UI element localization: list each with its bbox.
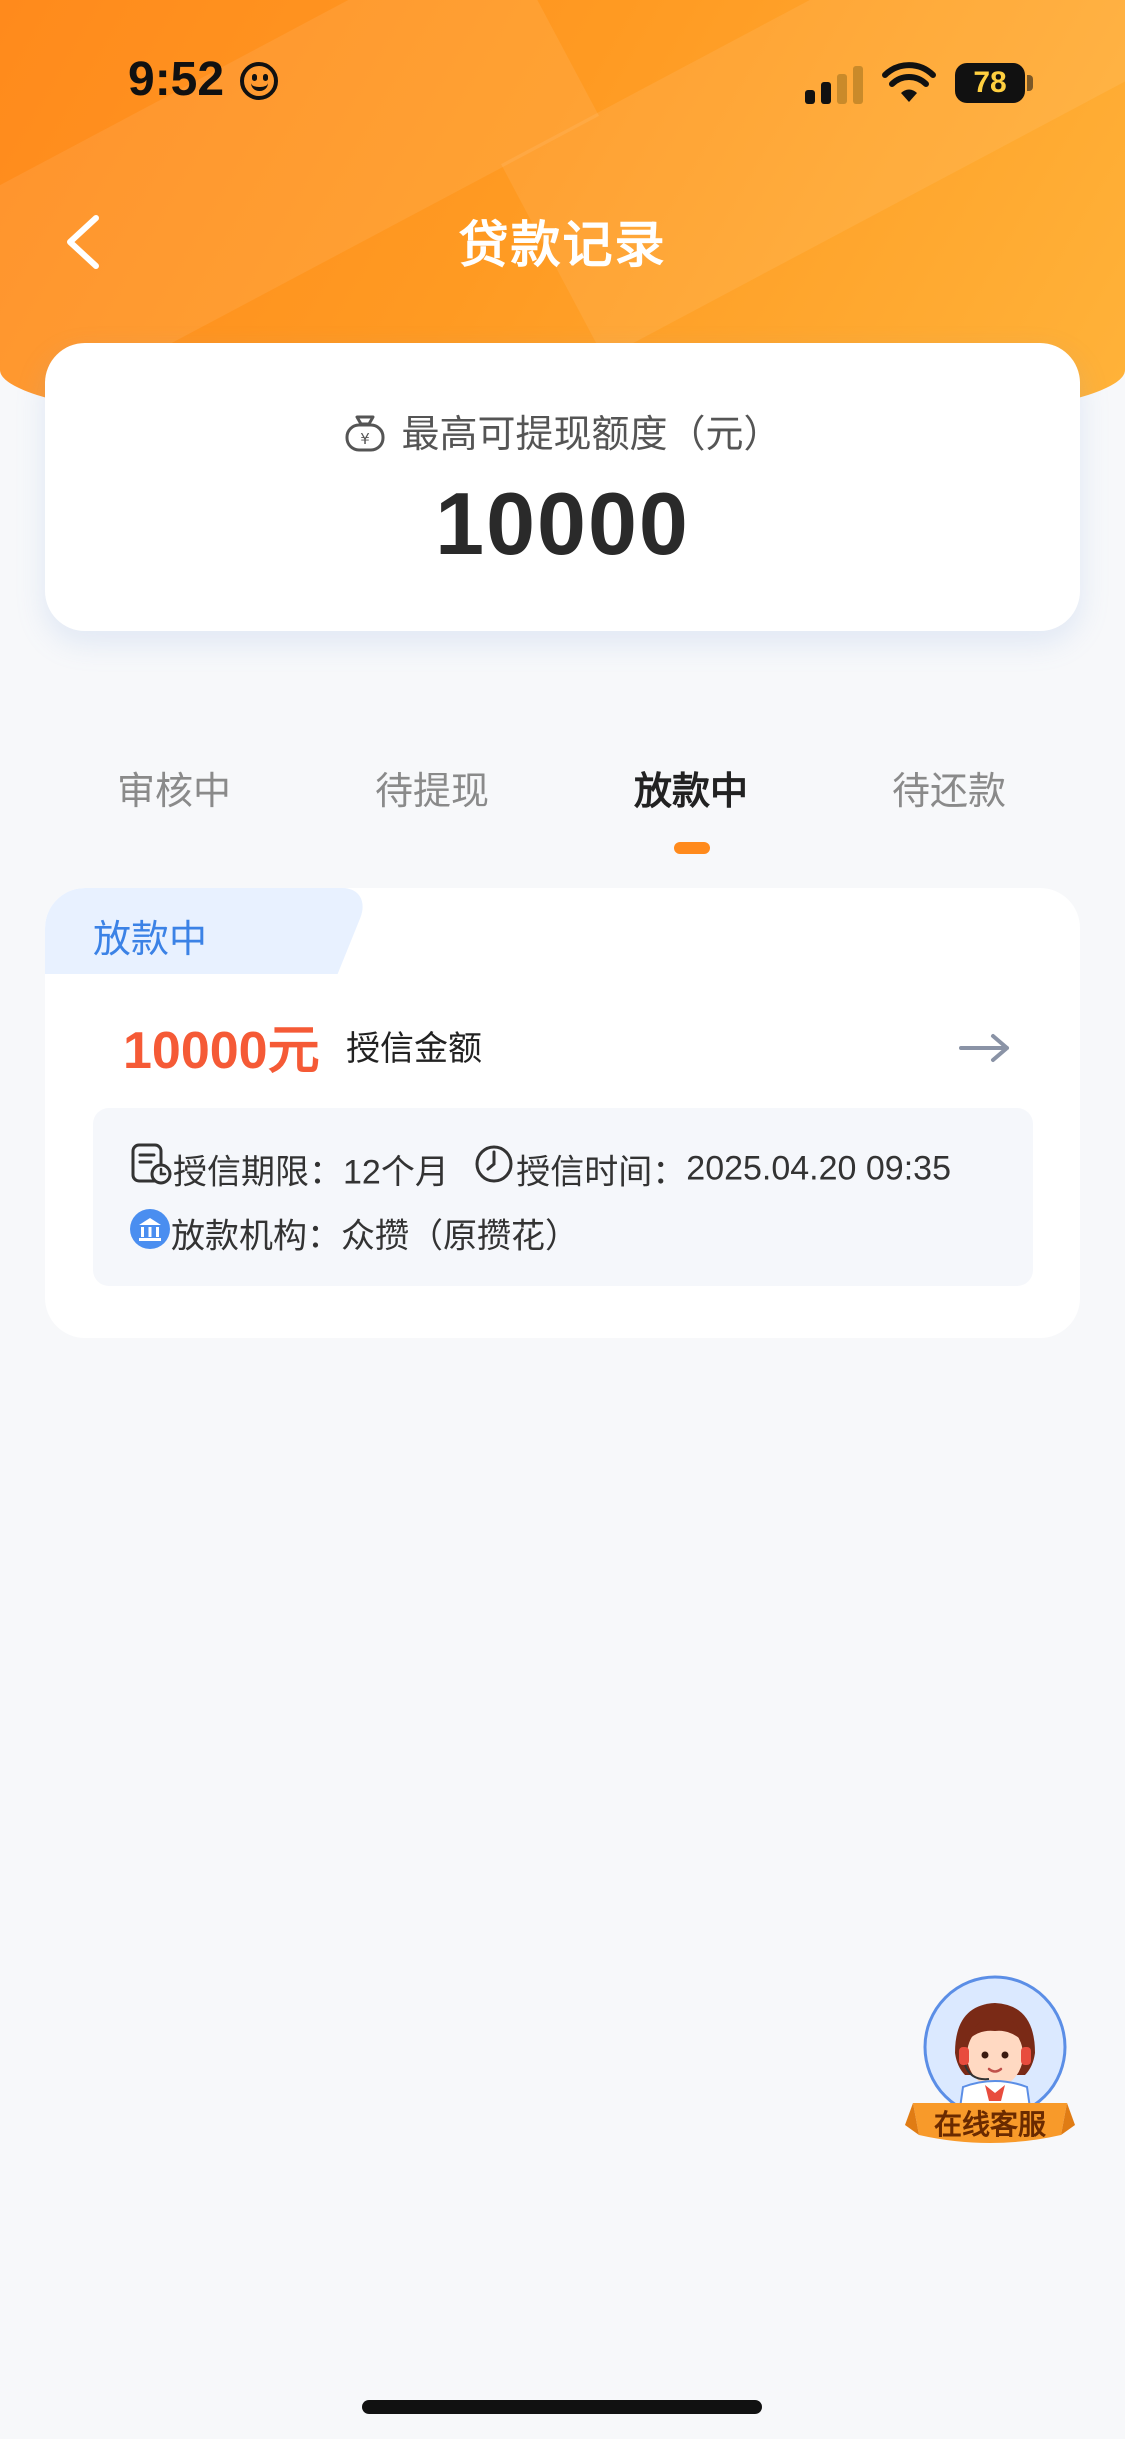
- tab-pending-withdraw[interactable]: 待提现: [332, 760, 532, 815]
- term-label: 授信期限：: [173, 1153, 343, 1192]
- credit-amount: 10000元: [123, 1022, 320, 1080]
- institution-line: 放款机构：众攒（原攒花）: [129, 1208, 579, 1258]
- cellular-signal-icon: [805, 66, 865, 104]
- document-clock-icon: [131, 1143, 172, 1185]
- tab-disbursing[interactable]: 放款中: [591, 760, 791, 815]
- wifi-icon: [882, 62, 936, 102]
- loan-details: 授信期限：12个月 授信时间：2025.04.20 09:35 放款机构：众攒（…: [93, 1108, 1033, 1286]
- term-value: 12个月: [343, 1153, 449, 1192]
- institution-value: 众攒（原攒花）: [341, 1217, 579, 1256]
- quota-label-row: ¥ 最高可提现额度（元）: [45, 403, 1080, 458]
- status-bar: 9:52 78: [0, 0, 1125, 160]
- term-time-line: 授信期限：12个月 授信时间：2025.04.20 09:35: [129, 1142, 951, 1194]
- credit-amount-label: 授信金额: [346, 1030, 483, 1068]
- amount-row: 10000元 授信金额: [123, 1008, 482, 1083]
- home-indicator: [362, 2400, 762, 2414]
- institution-label: 放款机构：: [171, 1217, 341, 1256]
- loan-record-card[interactable]: 放款中 10000元 授信金额 授信期限：12个月 授信时间：2025.04.2…: [45, 888, 1080, 1338]
- quota-card: ¥ 最高可提现额度（元） 10000: [45, 343, 1080, 631]
- battery-level: 78: [955, 63, 1025, 103]
- battery-tip-icon: [1027, 75, 1033, 91]
- time-label: 授信时间：: [516, 1153, 687, 1192]
- money-bag-icon: ¥: [345, 415, 385, 452]
- quota-label: 最高可提现额度（元）: [401, 414, 782, 456]
- bank-icon: [130, 1209, 170, 1249]
- customer-service-label: 在线客服: [933, 2109, 1046, 2140]
- smiley-icon: [240, 62, 278, 100]
- arrow-right-icon[interactable]: [957, 1028, 1013, 1068]
- quota-value: 10000: [435, 474, 690, 573]
- online-customer-service-button[interactable]: 在线客服: [905, 1975, 1075, 2155]
- status-tag-label: 放款中: [93, 919, 208, 961]
- tab-pending-repay[interactable]: 待还款: [849, 760, 1049, 815]
- svg-text:¥: ¥: [361, 430, 371, 448]
- status-time: 9:52: [128, 53, 225, 106]
- page-title: 贷款记录: [458, 217, 667, 273]
- clock-icon: [475, 1145, 513, 1183]
- time-value: 2025.04.20 09:35: [686, 1149, 951, 1188]
- active-tab-indicator: [674, 842, 710, 854]
- status-tabs: 审核中 待提现 放款中 待还款: [0, 760, 1125, 860]
- tab-reviewing[interactable]: 审核中: [74, 760, 274, 815]
